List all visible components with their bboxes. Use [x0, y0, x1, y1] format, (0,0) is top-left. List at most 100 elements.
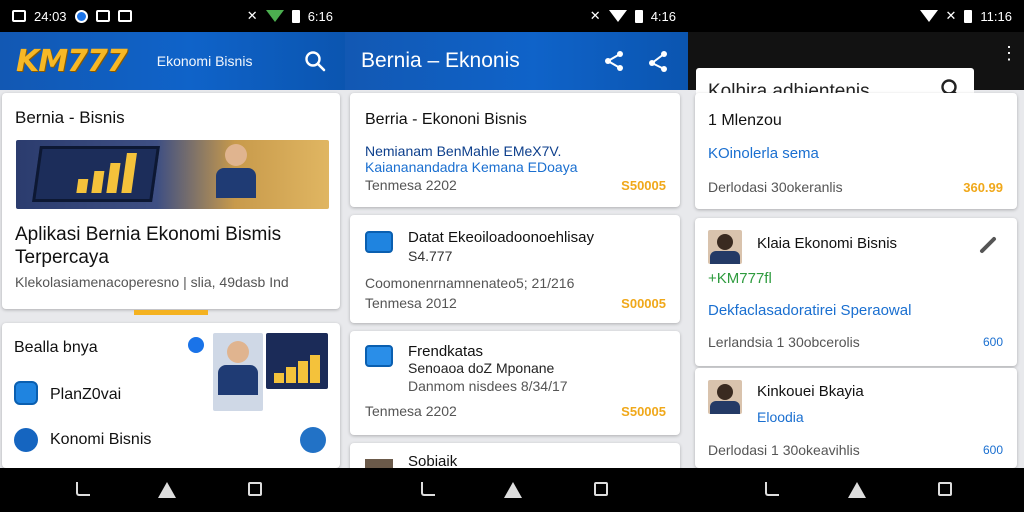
mute-icon: ✕: [945, 8, 957, 23]
article-date: Tenmesa 2202: [365, 403, 457, 419]
status-bar: ✕ 11:16: [688, 0, 1024, 32]
add-icon[interactable]: [300, 427, 326, 453]
more-menu-button[interactable]: ⋮: [1000, 44, 1018, 62]
status-time: 11:16: [980, 8, 1012, 24]
battery-icon: [964, 9, 973, 23]
result-sub: +KM777fl: [708, 270, 772, 287]
list-item-label[interactable]: Konomi Bisnis: [50, 431, 151, 449]
share-icon: [605, 51, 623, 71]
card-price: S50005: [621, 178, 666, 193]
share-button[interactable]: [600, 47, 628, 75]
wifi-icon: [919, 10, 938, 22]
mute-icon: ✕: [246, 8, 258, 23]
headline-meta: Klekolasiamenacoperesno | slia, 49dasb I…: [15, 274, 289, 290]
result-meta: Derlodasi 30okeranlis: [708, 179, 843, 195]
refresh-icon: [14, 428, 38, 452]
person-thumbnail[interactable]: [213, 333, 263, 411]
avatar: [708, 230, 742, 264]
businessman-figure: [216, 144, 256, 198]
result-price: 600: [982, 335, 1003, 349]
article-card[interactable]: Berria - Ekononi Bisnis Nemianam BenMahl…: [350, 93, 680, 207]
home-icon[interactable]: [848, 482, 866, 498]
battery-icon: [291, 9, 300, 23]
article-price: S50005: [621, 404, 666, 419]
status-bar: 24:03 ✕ 6:16: [0, 0, 345, 32]
chat-icon[interactable]: [188, 337, 204, 353]
result-card[interactable]: Klaia Ekonomi Bisnis +KM777fl Dekfaclasa…: [695, 218, 1017, 366]
result-card[interactable]: 1 Mlenzou KOinolerla sema Derlodasi 30ok…: [695, 93, 1017, 209]
article-meta: Coomonenrnamnenateo5; 21/216: [365, 275, 575, 291]
recents-icon[interactable]: [594, 482, 608, 496]
home-icon[interactable]: [158, 482, 176, 498]
article-title: Sobiaik: [408, 453, 458, 468]
hero-image: [16, 140, 329, 209]
app-logo: KM777: [16, 43, 128, 79]
status-time: 6:16: [307, 8, 333, 24]
list-item-label[interactable]: PlanZ0vai: [50, 386, 121, 404]
result-title: 1 Mlenzou: [708, 112, 782, 129]
app-bar: KM777 Ekonomi Bisnis: [0, 32, 345, 90]
article-title: Frendkatas: [408, 343, 484, 360]
navigation-bar: [0, 468, 1024, 512]
result-sub: KOinolerla sema: [708, 145, 819, 162]
search-icon: [305, 51, 326, 72]
article-sub: Senoaoa doZ Mponane: [408, 360, 555, 376]
article-item[interactable]: Frendkatas Senoaoa doZ Mponane Danmom ni…: [350, 331, 680, 435]
share-icon: [649, 51, 667, 72]
phone-screen-1: 24:03 ✕ 6:16 KM777 Ekonomi Bisnis Bernia…: [0, 0, 345, 468]
result-line: Dekfaclasadoratirei Speraowal: [708, 302, 912, 319]
battery-icon: [634, 9, 643, 23]
phone-screen-2: ✕ 4:16 Bernia – Eknonis Berria - Ekononi…: [345, 0, 688, 468]
home-icon[interactable]: [504, 482, 522, 498]
screenshot-icon: [12, 10, 26, 22]
result-price: 360.99: [963, 180, 1003, 195]
wifi-icon: [608, 10, 627, 22]
result-sub: Eloodia: [757, 409, 804, 425]
article-price: S00005: [621, 296, 666, 311]
section-title: Bernia - Bisnis: [15, 108, 125, 127]
result-title: Klaia Ekonomi Bisnis: [757, 235, 898, 252]
list-card: Bealla bnya PlanZ0vai Konomi Bisnis: [2, 323, 340, 468]
edit-icon[interactable]: [979, 234, 999, 254]
app-icon: [14, 381, 38, 405]
thumbnail: [365, 459, 393, 468]
screens: 24:03 ✕ 6:16 KM777 Ekonomi Bisnis Bernia…: [0, 0, 1024, 512]
accent-indicator: [134, 310, 208, 315]
result-card[interactable]: Kinkouei Bkayia Eloodia Derlodasi 1 30ok…: [695, 368, 1017, 468]
avatar: [708, 380, 742, 414]
article-item[interactable]: Datat Ekeoiloadoonoehlisay S4.777 Coomon…: [350, 215, 680, 323]
back-icon[interactable]: [765, 482, 779, 496]
chat-icon: [365, 345, 393, 367]
messenger-icon: [74, 9, 88, 23]
chart-thumbnail[interactable]: [266, 333, 328, 389]
article-title: Datat Ekeoiloadoonoehlisay: [408, 229, 594, 246]
card-meta: Tenmesa 2202: [365, 177, 457, 193]
more-vert-icon: ⋮: [1000, 43, 1018, 63]
header-subtitle: Ekonomi Bisnis: [156, 53, 253, 69]
monitor-icon: [365, 231, 393, 253]
result-meta: Derlodasi 1 30okeavihlis: [708, 442, 860, 458]
card-line: Kaiananandadra Kemana EDoaya: [365, 159, 578, 175]
search-button[interactable]: [301, 47, 329, 75]
recents-icon[interactable]: [938, 482, 952, 496]
recents-icon[interactable]: [248, 482, 262, 496]
status-time: 4:16: [650, 8, 676, 24]
card-line: Nemianam BenMahle EMeX7V.: [365, 143, 562, 159]
card-title: Berria - Ekononi Bisnis: [365, 111, 527, 128]
wifi-icon: [265, 10, 284, 22]
featured-card[interactable]: Bernia - Bisnis Aplikasi Bernia Ekonomi …: [2, 93, 340, 309]
app-title: Bernia – Eknonis: [361, 49, 520, 72]
article-sub: S4.777: [408, 248, 453, 264]
article-date: Tenmesa 2012: [365, 295, 457, 311]
back-icon[interactable]: [76, 482, 90, 496]
article-item[interactable]: Sobiaik: [350, 443, 680, 468]
share-alt-button[interactable]: [644, 47, 672, 75]
article-meta: Danmom nisdees 8/34/17: [408, 378, 568, 394]
result-price: 600: [982, 443, 1003, 457]
shield-icon: [95, 10, 110, 22]
headline[interactable]: Aplikasi Bernia Ekonomi Bismis Terpercay…: [15, 223, 315, 269]
app-bar: Bernia – Eknonis: [345, 32, 688, 90]
result-meta: Lerlandsia 1 30obcerolis: [708, 334, 860, 350]
back-icon[interactable]: [421, 482, 435, 496]
phone-screen-3: ✕ 11:16 Kolhira adhientenis ⋮ 1 Mlenzou …: [688, 0, 1024, 468]
